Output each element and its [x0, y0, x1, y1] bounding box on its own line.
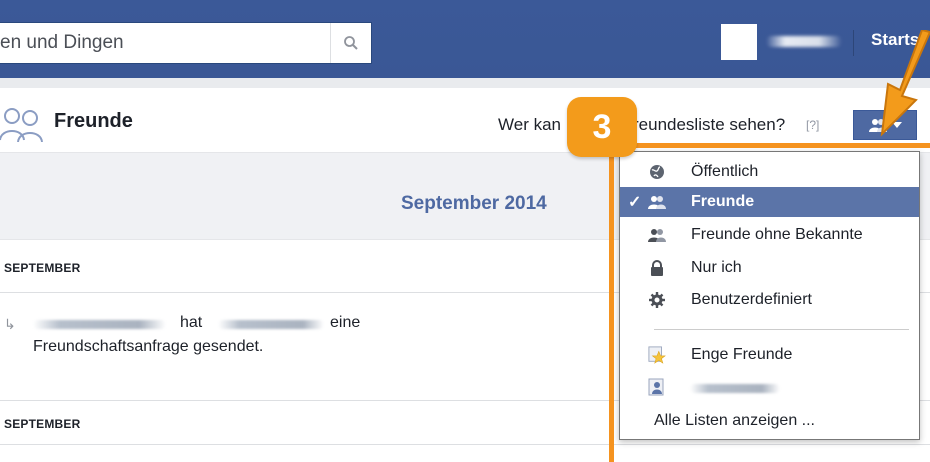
story-object: eine: [330, 314, 361, 331]
month-label[interactable]: September 2014: [401, 193, 547, 215]
person-icon: ↳: [4, 316, 16, 332]
magnifier-icon: [344, 36, 358, 50]
search-input[interactable]: en und Dingen: [0, 22, 372, 64]
blurred-friend-name[interactable]: [33, 320, 166, 329]
privacy-prompt: Wer kan reundesliste sehen?: [498, 115, 785, 135]
privacy-prompt-end: reundesliste sehen?: [633, 115, 786, 134]
nav-divider: [853, 30, 854, 56]
section-label: SEPTEMBER: [4, 261, 81, 275]
blurred-friend-name-2[interactable]: [218, 320, 324, 329]
help-link[interactable]: [?]: [806, 118, 819, 132]
top-navigation-bar: en und Dingen Starts: [0, 0, 930, 78]
privacy-prompt-start: Wer kan: [498, 115, 561, 134]
step-badge: 3: [567, 97, 637, 157]
page-title: Freunde: [54, 110, 133, 132]
story-verb: hat: [180, 314, 203, 331]
story-text: Freundschaftsanfrage gesendet.: [33, 338, 264, 355]
section-label: SEPTEMBER: [4, 417, 81, 431]
search-input-text: en und Dingen: [0, 32, 124, 53]
friends-header-icon: [0, 108, 43, 142]
highlight-frame: [609, 143, 930, 462]
search-button[interactable]: [330, 23, 371, 63]
pointer-arrow-icon: [880, 30, 930, 137]
profile-avatar[interactable]: [721, 24, 757, 60]
blurred-profile-name[interactable]: [766, 36, 842, 47]
